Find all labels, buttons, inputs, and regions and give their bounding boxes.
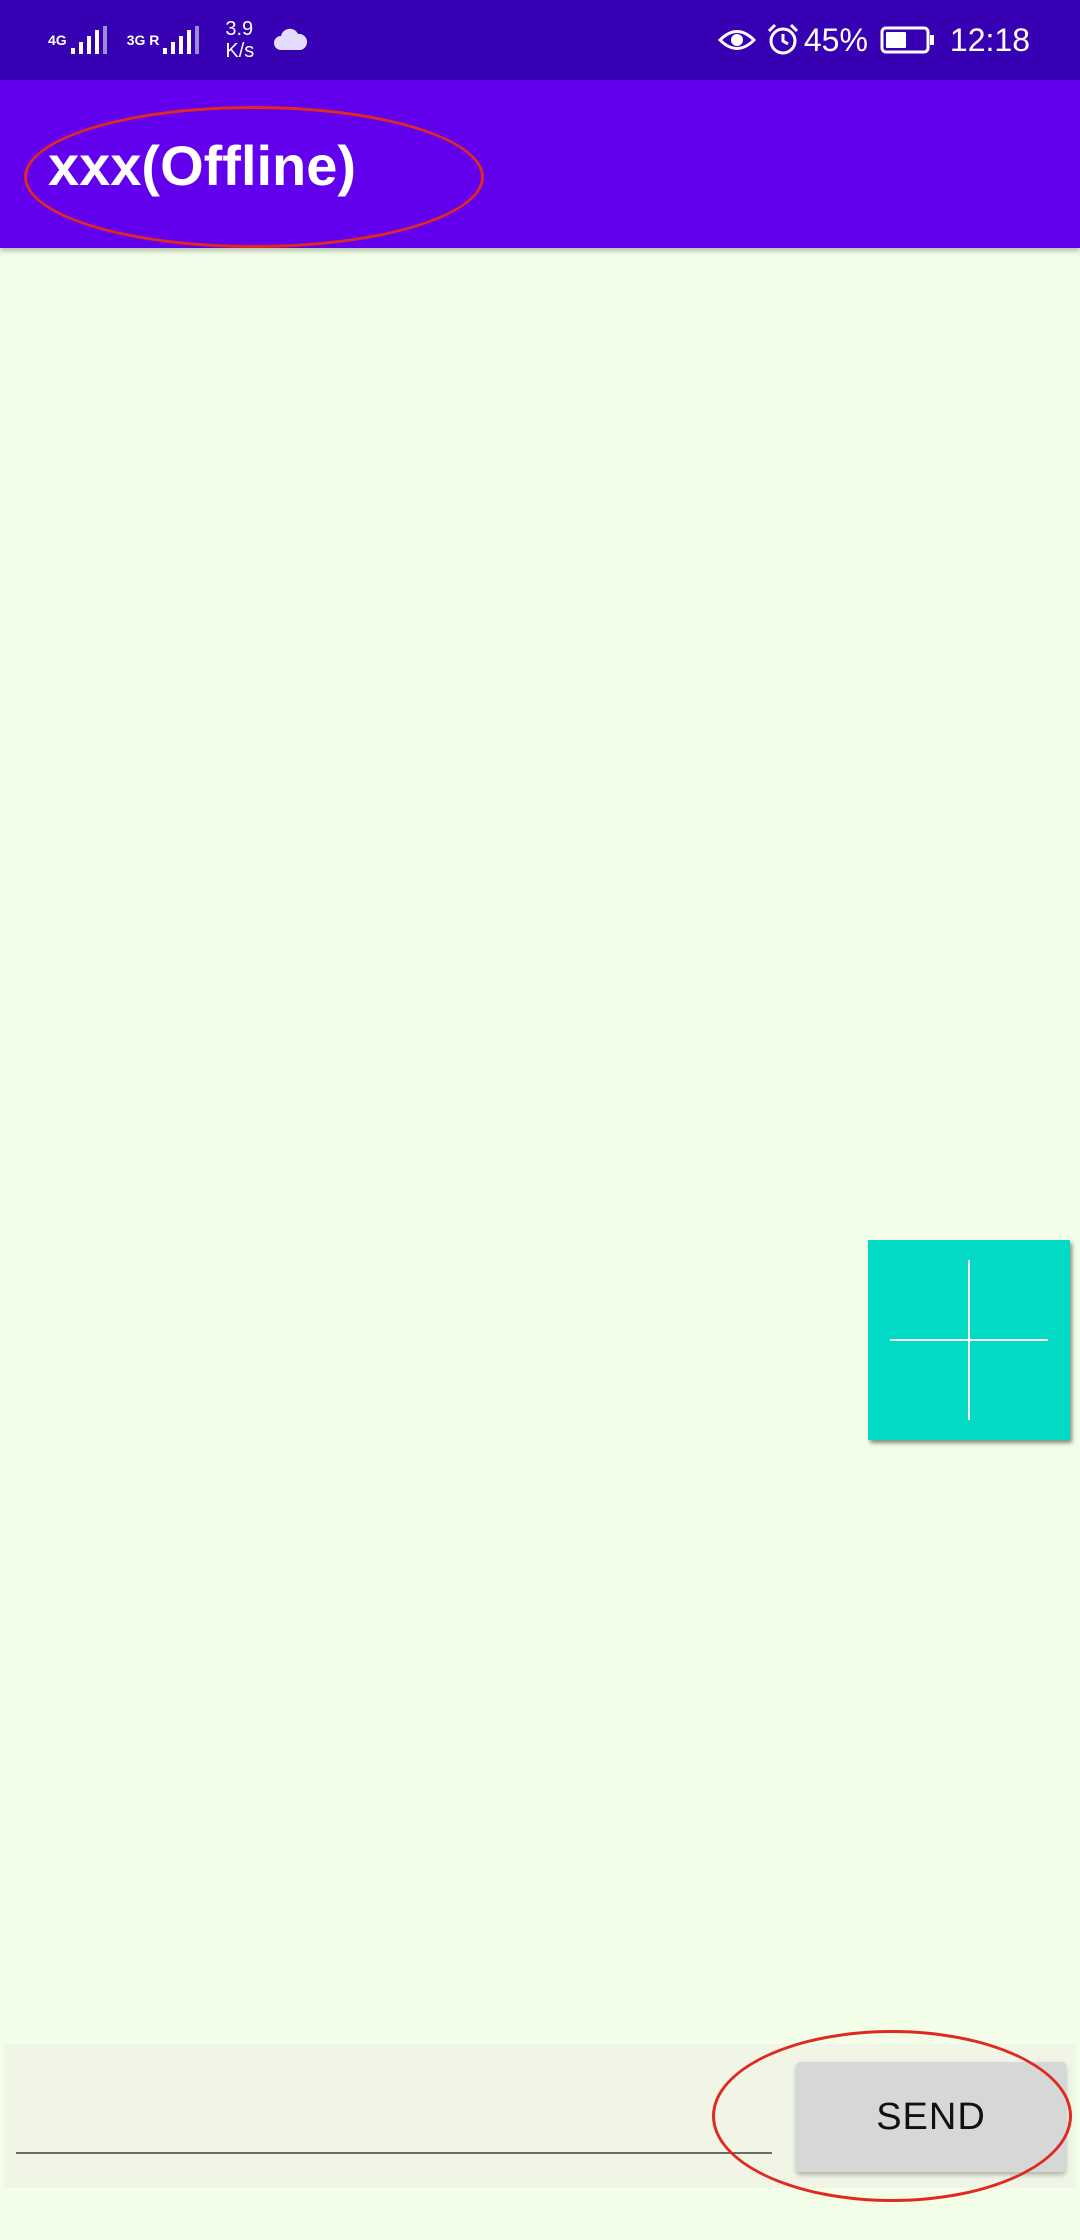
network-label-2: 3G R xyxy=(126,32,160,48)
network-label-1: 4G xyxy=(48,32,67,48)
status-bar: 4G 3G R 3.9 K/s 45% 12:18 xyxy=(0,0,1080,80)
status-right: 45% 12:18 xyxy=(717,0,1030,80)
network-indicator-1: 4G xyxy=(48,24,109,56)
annotation-circle-title xyxy=(24,106,484,248)
signal-icon xyxy=(70,26,107,54)
battery-percent: 45% xyxy=(803,21,868,58)
clock-time: 12:18 xyxy=(949,21,1030,58)
message-input[interactable] xyxy=(16,2078,772,2154)
add-button[interactable] xyxy=(868,1240,1070,1440)
network-speed-value: 3.9 xyxy=(225,18,254,40)
signal-icon xyxy=(163,26,200,54)
annotation-circle-send xyxy=(712,2030,1072,2202)
cloud-icon xyxy=(274,28,308,50)
alarm-icon xyxy=(767,23,798,55)
battery-icon xyxy=(880,26,934,54)
network-speed: 3.9 K/s xyxy=(225,18,254,62)
status-left: 4G 3G R 3.9 K/s xyxy=(48,0,308,80)
plus-icon-vertical xyxy=(968,1260,970,1420)
network-indicator-2: 3G R xyxy=(127,24,202,56)
eye-icon xyxy=(717,30,756,50)
network-speed-unit: K/s xyxy=(225,40,255,62)
chat-message-area[interactable] xyxy=(0,248,1080,2044)
